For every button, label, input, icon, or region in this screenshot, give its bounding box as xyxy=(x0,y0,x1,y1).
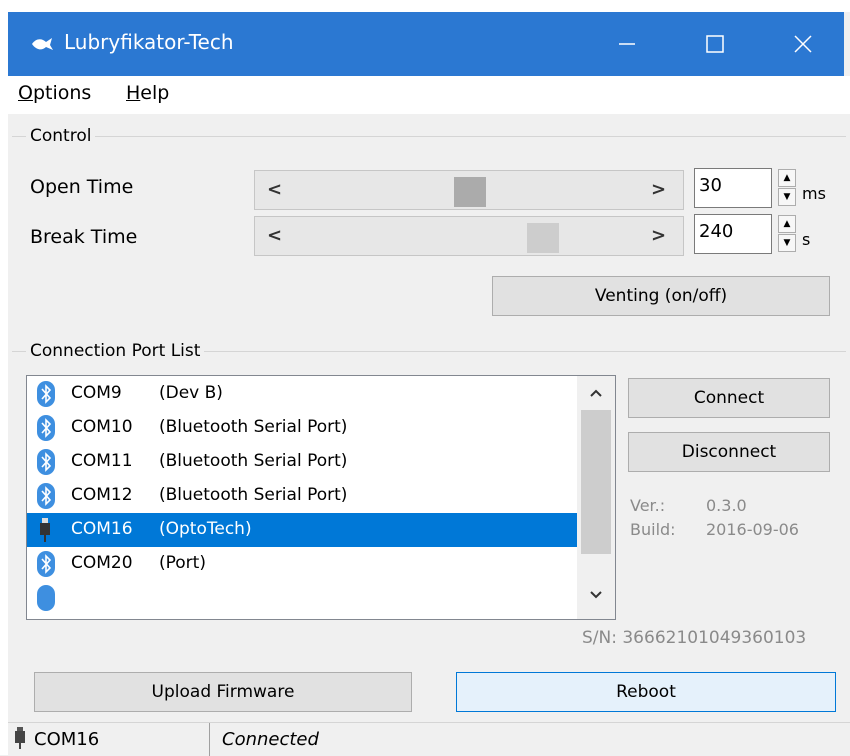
title-bar[interactable]: Lubryfikator-Tech xyxy=(8,12,844,76)
venting-button[interactable]: Venting (on/off) xyxy=(492,276,830,316)
window-title: Lubryfikator-Tech xyxy=(64,30,234,54)
break-time-unit: s xyxy=(802,230,811,249)
port-description: (Bluetooth Serial Port) xyxy=(159,417,348,437)
list-item[interactable]: COM20 (Port) xyxy=(27,547,577,581)
list-item[interactable]: COM12 (Bluetooth Serial Port) xyxy=(27,479,577,513)
control-group-border xyxy=(12,136,846,137)
break-time-label: Break Time xyxy=(30,226,138,248)
port-list-scrollbar[interactable] xyxy=(577,376,615,619)
scroll-right-arrow-icon[interactable]: > xyxy=(651,225,666,246)
control-group-title: Control xyxy=(26,126,96,146)
scroll-down-arrow-icon[interactable] xyxy=(589,590,603,600)
open-time-slider-thumb[interactable] xyxy=(454,177,486,207)
port-description: (Dev B) xyxy=(159,383,223,403)
reboot-button[interactable]: Reboot xyxy=(456,672,836,712)
port-description: (Bluetooth Serial Port) xyxy=(159,451,348,471)
port-name: COM12 xyxy=(71,485,133,505)
app-logo-icon xyxy=(32,38,53,50)
status-bar: COM16 Connected xyxy=(8,722,850,756)
port-description: (OptoTech) xyxy=(159,519,252,539)
port-name: COM11 xyxy=(71,451,133,471)
spin-up-icon[interactable]: ▲ xyxy=(778,215,796,233)
top-margin xyxy=(8,0,850,12)
build-label: Build: xyxy=(630,520,676,539)
port-list[interactable]: COM9 (Dev B) COM10 (Bluetooth Serial Port) C… xyxy=(26,375,616,620)
menu-options[interactable]: Options xyxy=(18,82,91,104)
bluetooth-icon xyxy=(37,585,55,611)
status-connection: Connected xyxy=(222,729,319,750)
menu-help[interactable]: Help xyxy=(126,82,169,104)
scroll-left-arrow-icon[interactable]: < xyxy=(267,179,282,200)
scroll-right-arrow-icon[interactable]: > xyxy=(651,179,666,200)
ports-group-title: Connection Port List xyxy=(26,341,205,361)
port-list-scroll-thumb[interactable] xyxy=(581,410,611,554)
upload-firmware-button[interactable]: Upload Firmware xyxy=(34,672,412,712)
minimize-button[interactable] xyxy=(586,12,668,76)
disconnect-button[interactable]: Disconnect xyxy=(628,432,830,472)
build-value: 2016-09-06 xyxy=(706,520,799,539)
status-divider xyxy=(209,723,210,756)
port-name: COM9 xyxy=(71,383,122,403)
maximize-button[interactable] xyxy=(674,12,756,76)
port-name: COM16 xyxy=(71,519,133,539)
scroll-up-arrow-icon[interactable] xyxy=(589,388,603,398)
list-item[interactable]: COM9 (Dev B) xyxy=(27,377,577,411)
app-window: Lubryfikator-Tech Options Help Control O… xyxy=(8,0,850,756)
open-time-unit: ms xyxy=(802,184,826,203)
connect-button[interactable]: Connect xyxy=(628,378,830,418)
break-time-slider-thumb[interactable] xyxy=(527,223,560,253)
spin-down-icon[interactable]: ▼ xyxy=(778,234,796,252)
left-margin xyxy=(0,0,8,755)
list-item[interactable]: COM11 (Bluetooth Serial Port) xyxy=(27,445,577,479)
version-value: 0.3.0 xyxy=(706,496,747,515)
bluetooth-icon xyxy=(37,381,55,407)
open-time-input[interactable]: 30 xyxy=(694,168,772,208)
open-time-spinner[interactable]: ▲ ▼ xyxy=(778,168,798,208)
open-time-slider[interactable]: < > xyxy=(254,170,684,210)
port-description: (Port) xyxy=(159,553,206,573)
port-name: COM10 xyxy=(71,417,133,437)
list-item[interactable]: COM10 (Bluetooth Serial Port) xyxy=(27,411,577,445)
port-name: COM20 xyxy=(71,553,133,573)
usb-plug-icon xyxy=(40,518,50,542)
serial-number: S/N: 36662101049360103 xyxy=(582,628,807,648)
open-time-label: Open Time xyxy=(30,176,134,198)
status-port: COM16 xyxy=(34,729,100,750)
usb-plug-icon xyxy=(15,727,25,749)
scroll-left-arrow-icon[interactable]: < xyxy=(267,225,282,246)
port-description: (Bluetooth Serial Port) xyxy=(159,485,348,505)
break-time-slider[interactable]: < > xyxy=(254,216,684,256)
bluetooth-icon xyxy=(37,449,55,475)
bluetooth-icon xyxy=(37,483,55,509)
bluetooth-icon xyxy=(37,415,55,441)
break-time-input[interactable]: 240 xyxy=(694,214,772,254)
close-button[interactable] xyxy=(762,12,844,76)
spin-down-icon[interactable]: ▼ xyxy=(778,188,796,206)
list-item[interactable]: COM16 (OptoTech) xyxy=(27,513,577,547)
minimize-icon xyxy=(619,43,635,45)
break-time-spinner[interactable]: ▲ ▼ xyxy=(778,214,798,254)
menu-bar: Options Help xyxy=(8,76,850,114)
maximize-icon xyxy=(706,35,724,53)
bluetooth-icon xyxy=(37,551,55,577)
close-icon xyxy=(794,35,812,53)
spin-up-icon[interactable]: ▲ xyxy=(778,169,796,187)
version-label: Ver.: xyxy=(630,496,666,515)
